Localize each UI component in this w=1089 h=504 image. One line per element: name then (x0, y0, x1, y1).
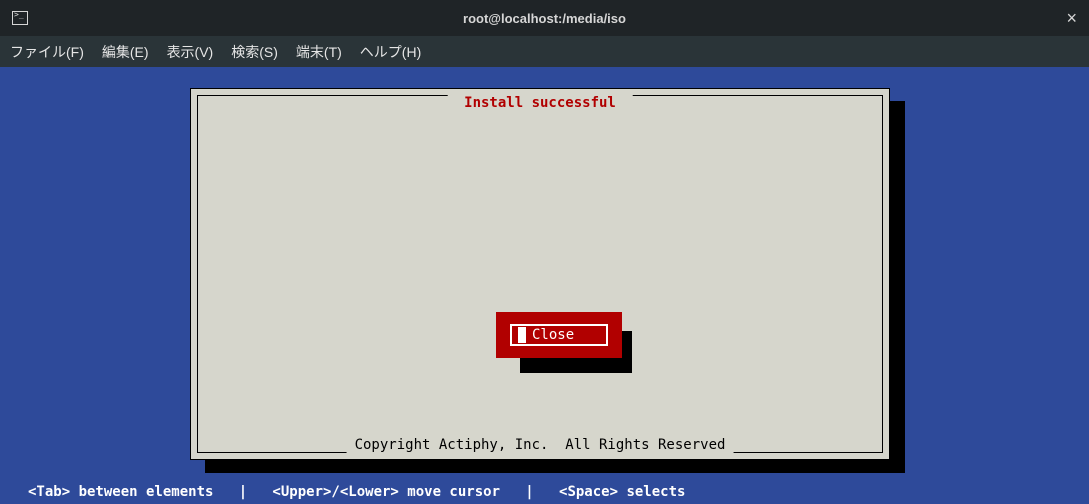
menu-search[interactable]: 検索(S) (231, 42, 278, 62)
footer-hints: <Tab> between elements | <Upper>/<Lower>… (28, 484, 685, 500)
button-cursor (518, 327, 526, 343)
dialog-border: Install successful Copyright Actiphy, In… (197, 95, 883, 453)
window-title: root@localhost:/media/iso (463, 11, 626, 26)
dialog-title: Install successful (448, 95, 633, 111)
menubar: ファイル(F) 編集(E) 表示(V) 検索(S) 端末(T) ヘルプ(H) (0, 36, 1089, 67)
dialog-box: Install successful Copyright Actiphy, In… (190, 88, 890, 460)
menu-file[interactable]: ファイル(F) (10, 42, 84, 62)
menu-terminal[interactable]: 端末(T) (296, 42, 342, 62)
menu-view[interactable]: 表示(V) (167, 42, 214, 62)
terminal-icon (12, 11, 28, 25)
window-close-button[interactable]: × (1066, 8, 1077, 29)
menu-help[interactable]: ヘルプ(H) (360, 42, 421, 62)
close-button-label: Close (532, 327, 600, 343)
close-button[interactable]: Close (496, 312, 622, 358)
menu-edit[interactable]: 編集(E) (102, 42, 149, 62)
dialog-copyright: Copyright Actiphy, Inc. All Rights Reser… (347, 437, 734, 453)
terminal-area: Install successful Copyright Actiphy, In… (0, 67, 1089, 504)
window-titlebar: root@localhost:/media/iso × (0, 0, 1089, 36)
